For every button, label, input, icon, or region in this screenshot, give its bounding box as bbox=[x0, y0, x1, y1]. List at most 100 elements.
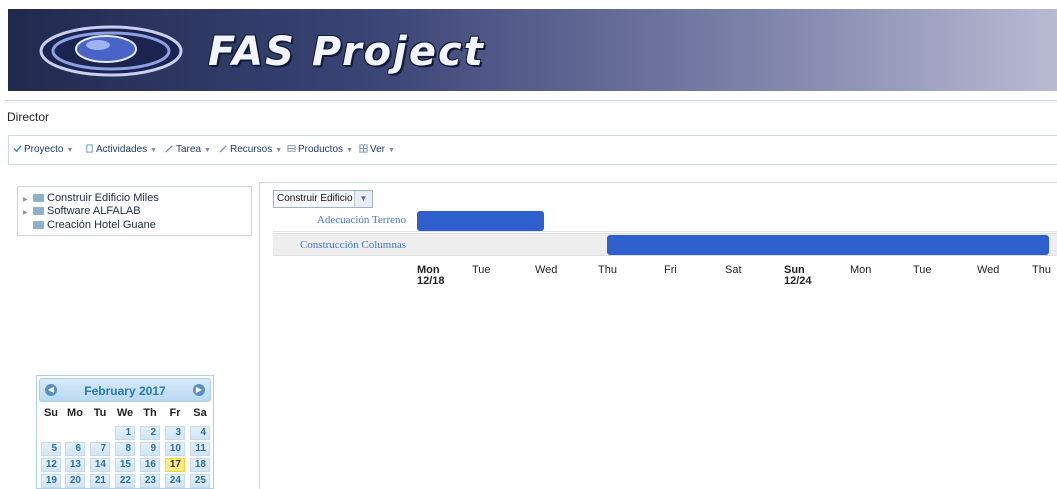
calendar-day[interactable]: 15 bbox=[115, 458, 135, 472]
day-header: Fri bbox=[664, 264, 677, 276]
document-icon bbox=[86, 144, 93, 153]
chevron-down-icon[interactable]: ▼ bbox=[354, 191, 372, 207]
calendar-day[interactable]: 21 bbox=[90, 474, 110, 488]
calendar-day[interactable]: 3 bbox=[165, 426, 185, 440]
chevron-down-icon: ▼ bbox=[150, 147, 158, 154]
menu-actividades[interactable]: Actividades ▼ bbox=[85, 144, 157, 155]
calendar-day[interactable]: 5 bbox=[41, 442, 61, 456]
header-divider bbox=[6, 100, 1057, 103]
main-menubar: Proyecto ▼ Actividades ▼ Tarea ▼ Recursos ▼ … bbox=[8, 135, 1057, 165]
pencil-icon bbox=[165, 145, 173, 153]
weekday-label: Tu bbox=[93, 407, 107, 419]
expand-arrow-icon[interactable]: ▶ bbox=[23, 196, 31, 203]
date-picker: ◀ February 2017 ▶ Su Mo Tu We Th Fr Sa 1 2 3 4 5 6 7 8… bbox=[36, 375, 214, 489]
day-header: Sat bbox=[725, 264, 742, 276]
calendar-day[interactable]: 7 bbox=[90, 442, 110, 456]
pencil-icon bbox=[219, 145, 227, 153]
day-header: Wed bbox=[977, 264, 1000, 276]
project-select-value: Construir Edificio M bbox=[277, 193, 364, 204]
calendar-day[interactable]: 13 bbox=[65, 458, 85, 472]
check-icon bbox=[13, 145, 22, 153]
box-icon bbox=[287, 145, 296, 152]
calendar-day[interactable]: 22 bbox=[115, 474, 135, 488]
calendar-month-title: February 2017 bbox=[84, 384, 166, 398]
tree-item-label: Software ALFALAB bbox=[47, 205, 141, 217]
tree-item-software-alfalab[interactable]: ▶ Software ALFALAB bbox=[23, 205, 141, 218]
day-header: Sun 12/24 bbox=[784, 264, 812, 287]
tree-item-label: Creación Hotel Guane bbox=[47, 219, 156, 231]
menu-label: Recursos bbox=[230, 144, 273, 155]
calendar-day[interactable]: 11 bbox=[190, 442, 210, 456]
menu-productos[interactable]: Productos ▼ bbox=[287, 144, 353, 155]
menu-label: Tarea bbox=[176, 144, 202, 155]
calendar-day[interactable]: 4 bbox=[190, 426, 210, 440]
menu-tarea[interactable]: Tarea ▼ bbox=[165, 144, 211, 155]
gantt-top-border bbox=[259, 182, 1057, 183]
calendar-day[interactable]: 19 bbox=[41, 474, 61, 488]
menu-label: Ver bbox=[370, 144, 386, 155]
calendar-day[interactable]: 2 bbox=[140, 426, 160, 440]
expand-arrow-icon[interactable]: ▶ bbox=[23, 209, 31, 216]
menu-proyecto[interactable]: Proyecto ▼ bbox=[13, 144, 73, 155]
folder-icon bbox=[33, 221, 44, 229]
chevron-down-icon: ▼ bbox=[346, 147, 353, 154]
chevron-down-icon: ▼ bbox=[66, 147, 74, 154]
calendar-day[interactable]: 20 bbox=[65, 474, 85, 488]
gantt-row-construccion: Construcción Columnas bbox=[273, 233, 1057, 256]
calendar-day[interactable]: 6 bbox=[65, 442, 85, 456]
weekday-label: We bbox=[116, 407, 134, 419]
task-bar-adecuacion[interactable] bbox=[417, 211, 544, 231]
day-header: Mon bbox=[850, 264, 872, 276]
calendar-day[interactable]: 9 bbox=[140, 442, 160, 456]
day-header: Tue bbox=[913, 264, 932, 276]
day-header: Thu bbox=[598, 264, 617, 276]
chevron-down-icon: ▼ bbox=[204, 147, 211, 154]
task-name[interactable]: Construcción Columnas bbox=[300, 239, 406, 251]
day-header: Wed bbox=[535, 264, 558, 276]
calendar-day[interactable]: 8 bbox=[115, 442, 135, 456]
chevron-down-icon: ▼ bbox=[388, 147, 395, 154]
folder-icon bbox=[33, 207, 44, 215]
day-header: Tue bbox=[472, 264, 491, 276]
tree-item-creacion-hotel[interactable]: Creación Hotel Guane bbox=[23, 219, 156, 232]
weekday-label: Fr bbox=[169, 407, 181, 419]
menu-ver[interactable]: Ver ▼ bbox=[359, 144, 395, 155]
calendar-day[interactable]: 14 bbox=[90, 458, 110, 472]
weekday-label: Th bbox=[143, 407, 157, 419]
gantt-row-adecuacion: Adecuación Terreno bbox=[273, 209, 1057, 232]
grid-icon bbox=[359, 144, 368, 153]
menu-recursos[interactable]: Recursos ▼ bbox=[219, 144, 282, 155]
panel-divider bbox=[259, 183, 260, 489]
calendar-day[interactable]: 16 bbox=[140, 458, 160, 472]
day-header: Mon 12/18 bbox=[417, 264, 445, 287]
weekday-label: Mo bbox=[67, 407, 83, 419]
calendar-header: ◀ February 2017 ▶ bbox=[39, 378, 211, 402]
task-bar-construccion[interactable] bbox=[607, 235, 1049, 255]
folder-icon bbox=[33, 194, 44, 202]
circle-arrow-right-icon[interactable]: ▶ bbox=[193, 384, 205, 396]
task-name[interactable]: Adecuación Terreno bbox=[317, 214, 406, 226]
header-banner: FAS Project bbox=[8, 9, 1057, 91]
project-select[interactable]: Construir Edificio M ▼ bbox=[273, 190, 373, 208]
tree-item-label: Construir Edificio Miles bbox=[47, 192, 159, 204]
tree-item-construir-edificio[interactable]: ▶ Construir Edificio Miles bbox=[23, 192, 159, 205]
app-title: FAS Project bbox=[208, 29, 485, 75]
calendar-day[interactable]: 25 bbox=[190, 474, 210, 488]
calendar-day[interactable]: 24 bbox=[165, 474, 185, 488]
calendar-day[interactable]: 1 bbox=[115, 426, 135, 440]
calendar-day[interactable]: 23 bbox=[140, 474, 160, 488]
project-tree: ▶ Construir Edificio Miles ▶ Software ALFA… bbox=[17, 186, 252, 236]
calendar-day[interactable]: 10 bbox=[165, 442, 185, 456]
weekday-label: Sa bbox=[193, 407, 207, 419]
calendar-day-today[interactable]: 17 bbox=[165, 458, 185, 472]
day-header: Thu bbox=[1032, 264, 1051, 276]
menu-label: Proyecto bbox=[24, 144, 64, 155]
menu-label: Actividades bbox=[96, 144, 148, 155]
user-role: Director bbox=[7, 110, 50, 124]
app-root: FAS Project Director Proyecto ▼ Actividad… bbox=[0, 0, 1057, 489]
calendar-day[interactable]: 12 bbox=[41, 458, 61, 472]
weekday-label: Su bbox=[43, 407, 59, 419]
menu-label: Productos bbox=[298, 144, 344, 155]
calendar-day[interactable]: 18 bbox=[190, 458, 210, 472]
chevron-down-icon: ▼ bbox=[275, 147, 283, 154]
